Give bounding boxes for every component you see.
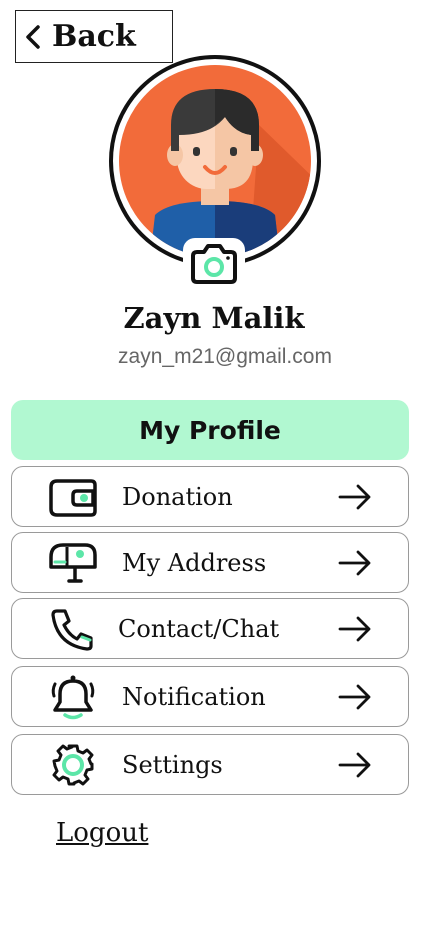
menu-item-notification[interactable]: Notification [11, 666, 409, 727]
mailbox-icon [46, 541, 100, 585]
menu-item-label: Settings [122, 750, 223, 779]
menu-item-label: Donation [122, 482, 233, 511]
arrow-right-icon [338, 550, 371, 576]
profile-email: zayn_m21@gmail.com [118, 345, 332, 368]
menu-item-label: Contact/Chat [118, 614, 280, 643]
gear-icon [46, 743, 100, 787]
menu-item-label: My Address [122, 548, 267, 577]
menu-item-my-address[interactable]: My Address [11, 532, 409, 593]
menu-item-donation[interactable]: Donation [11, 466, 409, 527]
phone-icon [46, 607, 100, 651]
arrow-right-icon [338, 616, 371, 642]
profile-name: Zayn Malik [123, 301, 305, 335]
my-profile-header[interactable]: My Profile [11, 400, 409, 460]
arrow-right-icon [338, 752, 371, 778]
arrow-right-icon [338, 484, 371, 510]
arrow-right-icon [338, 684, 371, 710]
change-photo-button[interactable] [183, 238, 245, 290]
camera-icon [191, 244, 237, 284]
wallet-icon [46, 475, 100, 519]
menu-item-label: Notification [122, 682, 266, 711]
chevron-left-icon [26, 24, 40, 49]
logout-link[interactable]: Logout [56, 818, 148, 848]
avatar [109, 55, 321, 267]
menu-item-settings[interactable]: Settings [11, 734, 409, 795]
menu-item-contact-chat[interactable]: Contact/Chat [11, 598, 409, 659]
bell-icon [46, 675, 100, 720]
back-label: Back [52, 18, 136, 54]
